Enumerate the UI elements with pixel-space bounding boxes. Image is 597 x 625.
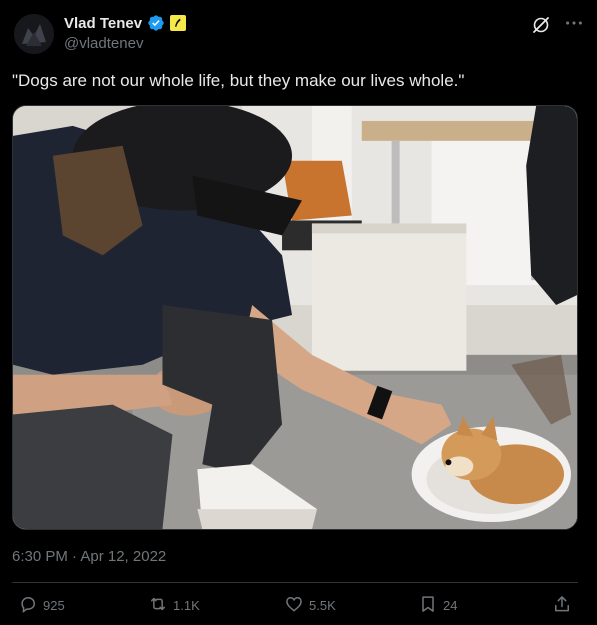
reply-button[interactable]: 925 [18,594,65,617]
tweet-actions: 925 1.1K 5.5K 24 [12,594,578,620]
verified-badge-icon[interactable] [147,14,165,32]
repost-icon [148,594,168,617]
grok-icon[interactable] [531,15,551,35]
robinhood-feather-icon[interactable] [170,15,187,31]
display-name[interactable]: Vlad Tenev [64,15,142,32]
reply-icon [18,594,38,617]
share-icon [552,594,572,617]
heart-icon [284,594,304,617]
like-count: 5.5K [309,598,336,613]
more-icon[interactable] [563,12,585,34]
like-button[interactable]: 5.5K [284,594,336,617]
tweet-header: Vlad Tenev @vladtenev [12,10,587,60]
photo-man-with-shiba-dog[interactable] [12,105,578,530]
tweet-text: "Dogs are not our whole life, but they m… [12,71,465,90]
bookmark-count: 24 [443,598,458,613]
repost-button[interactable]: 1.1K [148,594,200,617]
author-handle[interactable]: @vladtenev [64,35,143,52]
avatar[interactable] [14,14,54,54]
reply-count: 925 [43,598,65,613]
divider [12,582,578,583]
repost-count: 1.1K [173,598,200,613]
share-button[interactable] [552,594,572,617]
bookmark-button[interactable]: 24 [418,594,457,617]
bookmark-icon [418,594,438,617]
tweet-timestamp[interactable]: 6:30 PM · Apr 12, 2022 [12,548,166,565]
author-name-row: Vlad Tenev [64,14,187,32]
